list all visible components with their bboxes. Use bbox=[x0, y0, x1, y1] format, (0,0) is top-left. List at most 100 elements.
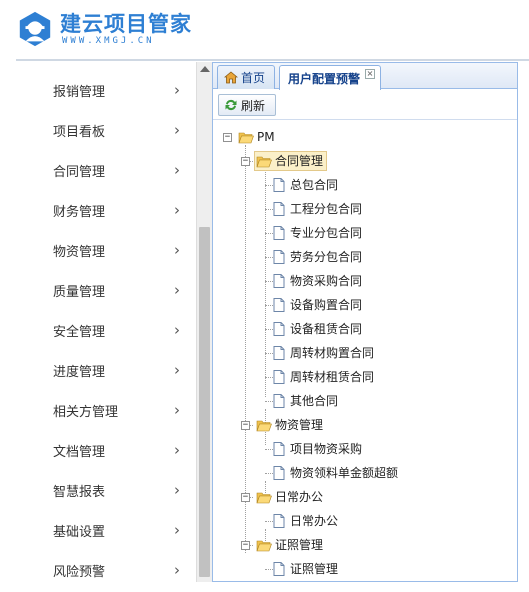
tree-leaf[interactable]: 日常办公 bbox=[273, 511, 338, 531]
tree-leaf[interactable]: 设备购置合同 bbox=[273, 295, 362, 315]
home-icon bbox=[224, 71, 238, 84]
open-folder-icon bbox=[256, 540, 272, 551]
sidebar-item-safety[interactable]: 安全管理 › bbox=[16, 310, 196, 350]
scroll-up-arrow-icon[interactable] bbox=[200, 66, 210, 72]
tree-connector bbox=[265, 257, 273, 258]
document-icon bbox=[273, 202, 285, 216]
sidebar-item-label: 相关方管理 bbox=[53, 404, 119, 420]
sidebar-item-label: 合同管理 bbox=[53, 164, 106, 180]
tree-leaf-label: 项目物资采购 bbox=[290, 442, 363, 456]
sidebar-item-label: 文档管理 bbox=[53, 444, 106, 460]
document-icon bbox=[273, 322, 285, 336]
tab-active-label: 用户配置预警 bbox=[288, 71, 361, 86]
tree-leaf[interactable]: 项目物资采购 bbox=[273, 439, 362, 459]
document-icon bbox=[273, 226, 285, 240]
toolbar: 刷新 bbox=[213, 90, 517, 120]
sidebar-item-label: 报销管理 bbox=[53, 84, 106, 100]
tree-leaf-label: 设备租赁合同 bbox=[290, 322, 363, 336]
sidebar-item-contract[interactable]: 合同管理 › bbox=[16, 150, 196, 190]
tree-leaf[interactable]: 物资领料单金额超额 bbox=[273, 463, 398, 483]
tree-leaf[interactable]: 周转材购置合同 bbox=[273, 343, 374, 363]
tree-group-label: 物资管理 bbox=[275, 418, 324, 432]
refresh-button[interactable]: 刷新 bbox=[218, 94, 276, 116]
close-icon[interactable]: × bbox=[365, 69, 375, 79]
tree-leaf[interactable]: 其他合同 bbox=[273, 391, 338, 411]
chevron-right-icon: › bbox=[174, 561, 180, 579]
sidebar-item-quality[interactable]: 质量管理 › bbox=[16, 270, 196, 310]
tree-node-root[interactable]: − PM bbox=[223, 127, 275, 147]
sidebar-item-project-board[interactable]: 项目看板 › bbox=[16, 110, 196, 150]
sidebar-item-label: 安全管理 bbox=[53, 324, 106, 340]
chevron-right-icon: › bbox=[174, 401, 180, 419]
right-edge bbox=[518, 62, 529, 582]
chevron-right-icon: › bbox=[174, 161, 180, 179]
sidebar-item-label: 风险预警 bbox=[53, 564, 106, 580]
open-folder-icon bbox=[256, 492, 272, 503]
tree-leaf[interactable]: 专业分包合同 bbox=[273, 223, 362, 243]
tree-connector bbox=[265, 233, 273, 234]
tree-leaf[interactable]: 劳务分包合同 bbox=[273, 247, 362, 267]
tree-leaf-label: 周转材租赁合同 bbox=[290, 370, 375, 384]
main-panel: 首页 用户配置预警 × 刷新 − PM − 合同管理 总包合同 工程分包合同 专… bbox=[212, 62, 518, 582]
tree-node-materials-group[interactable]: − 物资管理 bbox=[241, 415, 323, 435]
tree-leaf[interactable]: 物资采购合同 bbox=[273, 271, 362, 291]
tree-connector bbox=[265, 209, 273, 210]
tree-connector bbox=[265, 473, 273, 474]
tree-leaf[interactable]: 周转材租赁合同 bbox=[273, 367, 374, 387]
tree-connector bbox=[265, 377, 273, 378]
sidebar-item-label: 智慧报表 bbox=[53, 484, 106, 500]
open-folder-icon bbox=[256, 156, 272, 167]
chevron-right-icon: › bbox=[174, 361, 180, 379]
sidebar-item-schedule[interactable]: 进度管理 › bbox=[16, 350, 196, 390]
document-icon bbox=[273, 562, 285, 576]
sidebar-item-materials[interactable]: 物资管理 › bbox=[16, 230, 196, 270]
tree-node-office-group[interactable]: − 日常办公 bbox=[241, 487, 323, 507]
scrollbar-thumb[interactable] bbox=[199, 227, 210, 577]
tree-connector bbox=[265, 281, 273, 282]
tree-leaf-label: 总包合同 bbox=[290, 178, 339, 192]
document-icon bbox=[273, 466, 285, 480]
tree-leaf[interactable]: 设备租赁合同 bbox=[273, 319, 362, 339]
collapse-toggle[interactable]: − bbox=[241, 540, 250, 550]
tree-connector bbox=[265, 185, 273, 186]
sidebar-item-label: 进度管理 bbox=[53, 364, 106, 380]
tree-leaf-label: 物资领料单金额超额 bbox=[290, 466, 399, 480]
brand-logo[interactable]: 建云项目管家 WWW.XMGJ.CN bbox=[16, 6, 192, 52]
tree-group-label: 证照管理 bbox=[275, 538, 324, 552]
tree-leaf-label: 日常办公 bbox=[290, 514, 339, 528]
chevron-right-icon: › bbox=[174, 481, 180, 499]
tab-home[interactable]: 首页 bbox=[217, 65, 275, 89]
tree-leaf-label: 证照管理 bbox=[290, 562, 339, 576]
sidebar-item-basic-settings[interactable]: 基础设置 › bbox=[16, 510, 196, 550]
worker-helmet-icon bbox=[19, 11, 51, 47]
sidebar-item-expense[interactable]: 报销管理 › bbox=[16, 70, 196, 110]
collapse-toggle[interactable]: − bbox=[241, 420, 250, 430]
tree-leaf[interactable]: 工程分包合同 bbox=[273, 199, 362, 219]
tree-node-license-group[interactable]: − 证照管理 bbox=[241, 535, 323, 555]
tree-node-contract-group[interactable]: − 合同管理 bbox=[241, 151, 328, 171]
tree-connector bbox=[265, 569, 273, 570]
sidebar-item-reports[interactable]: 智慧报表 › bbox=[16, 470, 196, 510]
collapse-toggle[interactable]: − bbox=[241, 156, 250, 166]
collapse-toggle[interactable]: − bbox=[223, 132, 232, 142]
tree-leaf[interactable]: 证照管理 bbox=[273, 559, 338, 579]
sidebar-item-label: 基础设置 bbox=[53, 524, 106, 540]
tree-leaf-label: 工程分包合同 bbox=[290, 202, 363, 216]
tree-connector bbox=[265, 305, 273, 306]
tree-leaf[interactable]: 总包合同 bbox=[273, 175, 338, 195]
chevron-right-icon: › bbox=[174, 281, 180, 299]
tree-group-label: 合同管理 bbox=[275, 154, 324, 168]
sidebar-item-stakeholders[interactable]: 相关方管理 › bbox=[16, 390, 196, 430]
tab-user-config-alert[interactable]: 用户配置预警 × bbox=[279, 65, 381, 90]
sidebar-nav: 报销管理 › 项目看板 › 合同管理 › 财务管理 › 物资管理 › 质量管理 › 安全管理… bbox=[16, 62, 196, 582]
sidebar-item-risk-alert[interactable]: 风险预警 › bbox=[16, 550, 196, 590]
document-icon bbox=[273, 370, 285, 384]
sidebar-item-finance[interactable]: 财务管理 › bbox=[16, 190, 196, 230]
open-folder-icon bbox=[238, 132, 254, 143]
document-icon bbox=[273, 250, 285, 264]
collapse-toggle[interactable]: − bbox=[241, 492, 250, 502]
tab-home-label: 首页 bbox=[241, 71, 266, 85]
tree-group-label: 日常办公 bbox=[275, 490, 324, 504]
sidebar-scrollbar[interactable] bbox=[196, 62, 212, 582]
sidebar-item-documents[interactable]: 文档管理 › bbox=[16, 430, 196, 470]
